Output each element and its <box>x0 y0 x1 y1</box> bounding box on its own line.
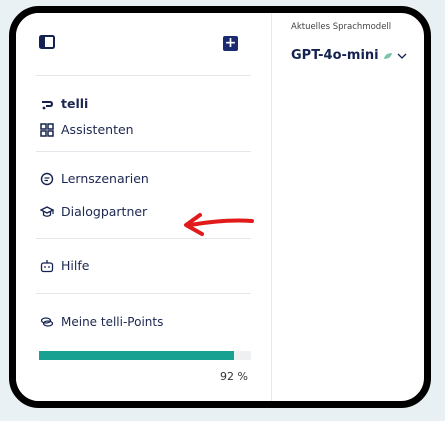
sidebar-item-label: Lernszenarien <box>61 171 149 186</box>
sidebar-item-label: Assistenten <box>61 122 134 137</box>
divider <box>36 151 251 152</box>
divider <box>36 293 251 294</box>
sidebar-item-label: Meine telli-Points <box>61 315 164 329</box>
sidebar-item-label: Hilfe <box>61 258 90 273</box>
robot-icon <box>40 259 54 272</box>
sidebar-item-assistenten[interactable]: Assistenten <box>40 122 134 137</box>
model-caption: Aktuelles Sprachmodell <box>291 22 392 32</box>
graduation-cap-icon <box>40 205 54 217</box>
sidebar-toggle-icon[interactable] <box>39 35 55 49</box>
progress-fill <box>39 351 235 360</box>
coins-icon <box>40 317 54 327</box>
sidebar-item-label: Dialogpartner <box>61 204 148 219</box>
sidebar-item-lernszenarien[interactable]: Lernszenarien <box>40 171 149 186</box>
grid-icon <box>40 122 54 137</box>
chat-icon <box>40 172 54 185</box>
model-selector[interactable]: GPT-4o-mini <box>291 48 407 63</box>
annotation-arrow-icon <box>184 213 254 236</box>
divider <box>36 75 251 76</box>
divider <box>36 238 251 239</box>
new-chat-button[interactable]: + <box>223 36 238 51</box>
telli-logo-icon <box>42 100 54 109</box>
progress-percent: 92 % <box>220 370 248 383</box>
sidebar-item-telli[interactable]: telli <box>40 96 88 111</box>
leaf-icon <box>383 52 392 59</box>
sidebar-header: + <box>16 13 271 83</box>
sidebar-item-hilfe[interactable]: Hilfe <box>40 258 89 273</box>
telli-points-progress-bar <box>39 351 251 360</box>
sidebar: + telli Assistenten Lernszenarien Dialog… <box>16 13 272 401</box>
model-name: GPT-4o-mini <box>291 48 379 63</box>
sidebar-item-label: telli <box>61 96 89 111</box>
chevron-down-icon <box>397 53 407 59</box>
sidebar-item-telli-points[interactable]: Meine telli-Points <box>40 315 163 329</box>
sidebar-item-dialogpartner[interactable]: Dialogpartner <box>40 204 147 219</box>
app-window: + telli Assistenten Lernszenarien Dialog… <box>9 6 431 408</box>
